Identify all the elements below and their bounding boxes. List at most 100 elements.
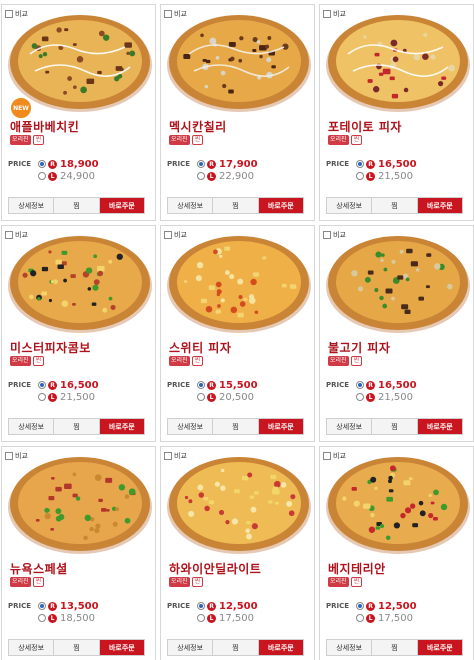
pizza-image-link[interactable] <box>320 228 473 335</box>
order-button[interactable]: 바로주문 <box>99 640 144 655</box>
product-name[interactable]: 불고기 피자 <box>328 339 390 356</box>
wish-button[interactable]: 찜 <box>372 198 418 213</box>
wish-button[interactable]: 찜 <box>213 419 259 434</box>
product-name[interactable]: 베지테리안 <box>328 560 386 577</box>
size-radio-large[interactable] <box>38 393 46 401</box>
wish-button[interactable]: 찜 <box>54 640 100 655</box>
size-radio-large[interactable] <box>38 172 46 180</box>
compare-checkbox[interactable]: 비교 <box>323 229 348 241</box>
product-grid: 비교 NEW 애플바베치킨 오리진 씬 PRICE R 18,900 L 24,… <box>1 4 474 660</box>
checkbox-icon[interactable] <box>323 10 331 18</box>
wish-button[interactable]: 찜 <box>54 198 100 213</box>
size-radio-large[interactable] <box>197 393 205 401</box>
detail-button[interactable]: 상세정보 <box>168 640 214 655</box>
detail-button[interactable]: 상세정보 <box>9 198 55 213</box>
size-large-icon: L <box>207 613 216 623</box>
size-radio-regular[interactable] <box>38 160 46 168</box>
size-radio-large[interactable] <box>38 614 46 622</box>
price-large: 17,500 <box>378 612 413 624</box>
price-large: 17,500 <box>219 612 254 624</box>
action-buttons: 상세정보 찜 바로주문 <box>8 197 145 214</box>
size-radio-regular[interactable] <box>38 602 46 610</box>
pizza-image-link[interactable] <box>320 449 473 556</box>
wish-button[interactable]: 찜 <box>372 419 418 434</box>
checkbox-icon[interactable] <box>5 452 13 460</box>
pizza-image <box>325 235 470 333</box>
size-radio-regular[interactable] <box>356 381 364 389</box>
size-radio-regular[interactable] <box>197 381 205 389</box>
size-radio-regular[interactable] <box>356 160 364 168</box>
wish-button[interactable]: 찜 <box>54 419 100 434</box>
action-buttons: 상세정보 찜 바로주문 <box>8 418 145 435</box>
checkbox-icon[interactable] <box>164 231 172 239</box>
order-button[interactable]: 바로주문 <box>258 640 303 655</box>
detail-button[interactable]: 상세정보 <box>168 419 214 434</box>
crust-tags: 오리진 씬 <box>169 577 204 587</box>
crust-tags: 오리진 씬 <box>169 356 204 366</box>
order-button[interactable]: 바로주문 <box>417 198 462 213</box>
pizza-image-link[interactable] <box>2 449 155 556</box>
checkbox-icon[interactable] <box>323 452 331 460</box>
detail-button[interactable]: 상세정보 <box>327 640 373 655</box>
pizza-image-link[interactable] <box>2 228 155 335</box>
product-name[interactable]: 포테이토 피자 <box>328 118 402 135</box>
size-radio-regular[interactable] <box>356 602 364 610</box>
order-button[interactable]: 바로주문 <box>417 640 462 655</box>
compare-checkbox[interactable]: 비교 <box>164 8 189 20</box>
checkbox-icon[interactable] <box>5 10 13 18</box>
product-name[interactable]: 스위티 피자 <box>169 339 231 356</box>
size-radio-large[interactable] <box>197 172 205 180</box>
action-buttons: 상세정보 찜 바로주문 <box>167 197 304 214</box>
product-card: 비교 불고기 피자 오리진 씬 PRICE R 16,500 L 21,500 … <box>319 225 474 442</box>
checkbox-icon[interactable] <box>323 231 331 239</box>
product-card: 비교 멕시칸칠리 오리진 씬 PRICE R 17,900 L 22,900 상… <box>160 4 315 221</box>
compare-checkbox[interactable]: 비교 <box>164 229 189 241</box>
product-name[interactable]: 미스터피자콤보 <box>10 339 91 356</box>
price-block: PRICE R 16,500 L 21,500 <box>326 158 417 182</box>
checkbox-icon[interactable] <box>164 10 172 18</box>
product-name[interactable]: 하와이안딜라이트 <box>169 560 261 577</box>
price-block: PRICE R 12,500 L 17,500 <box>167 600 258 624</box>
pizza-image-link[interactable] <box>320 7 473 114</box>
order-button[interactable]: 바로주문 <box>99 198 144 213</box>
crust-tag-thin: 씬 <box>32 356 45 366</box>
pizza-image-link[interactable] <box>161 228 314 335</box>
wish-button[interactable]: 찜 <box>213 640 259 655</box>
pizza-image-link[interactable] <box>161 7 314 114</box>
price-regular: 18,900 <box>60 158 99 170</box>
compare-checkbox[interactable]: 비교 <box>5 8 30 20</box>
size-radio-regular[interactable] <box>197 160 205 168</box>
compare-checkbox[interactable]: 비교 <box>323 8 348 20</box>
order-button[interactable]: 바로주문 <box>417 419 462 434</box>
checkbox-icon[interactable] <box>5 231 13 239</box>
crust-tag-origin: 오리진 <box>328 356 349 366</box>
order-button[interactable]: 바로주문 <box>258 419 303 434</box>
size-radio-large[interactable] <box>356 614 364 622</box>
detail-button[interactable]: 상세정보 <box>327 419 373 434</box>
wish-button[interactable]: 찜 <box>372 640 418 655</box>
detail-button[interactable]: 상세정보 <box>9 419 55 434</box>
product-name[interactable]: 뉴욕스페셜 <box>10 560 68 577</box>
product-name[interactable]: 애플바베치킨 <box>10 118 79 135</box>
action-buttons: 상세정보 찜 바로주문 <box>326 197 463 214</box>
size-radio-large[interactable] <box>197 614 205 622</box>
compare-checkbox[interactable]: 비교 <box>323 450 348 462</box>
size-radio-large[interactable] <box>356 393 364 401</box>
product-name[interactable]: 멕시칸칠리 <box>169 118 227 135</box>
compare-checkbox[interactable]: 비교 <box>5 450 30 462</box>
size-radio-regular[interactable] <box>197 602 205 610</box>
compare-checkbox[interactable]: 비교 <box>164 450 189 462</box>
product-card: 비교 베지테리안 오리진 씬 PRICE R 12,500 L 17,500 상… <box>319 446 474 660</box>
order-button[interactable]: 바로주문 <box>258 198 303 213</box>
order-button[interactable]: 바로주문 <box>99 419 144 434</box>
size-radio-large[interactable] <box>356 172 364 180</box>
detail-button[interactable]: 상세정보 <box>327 198 373 213</box>
detail-button[interactable]: 상세정보 <box>168 198 214 213</box>
wish-button[interactable]: 찜 <box>213 198 259 213</box>
checkbox-icon[interactable] <box>164 452 172 460</box>
compare-checkbox[interactable]: 비교 <box>5 229 30 241</box>
size-radio-regular[interactable] <box>38 381 46 389</box>
price-regular: 16,500 <box>378 379 417 391</box>
detail-button[interactable]: 상세정보 <box>9 640 55 655</box>
pizza-image-link[interactable] <box>161 449 314 556</box>
